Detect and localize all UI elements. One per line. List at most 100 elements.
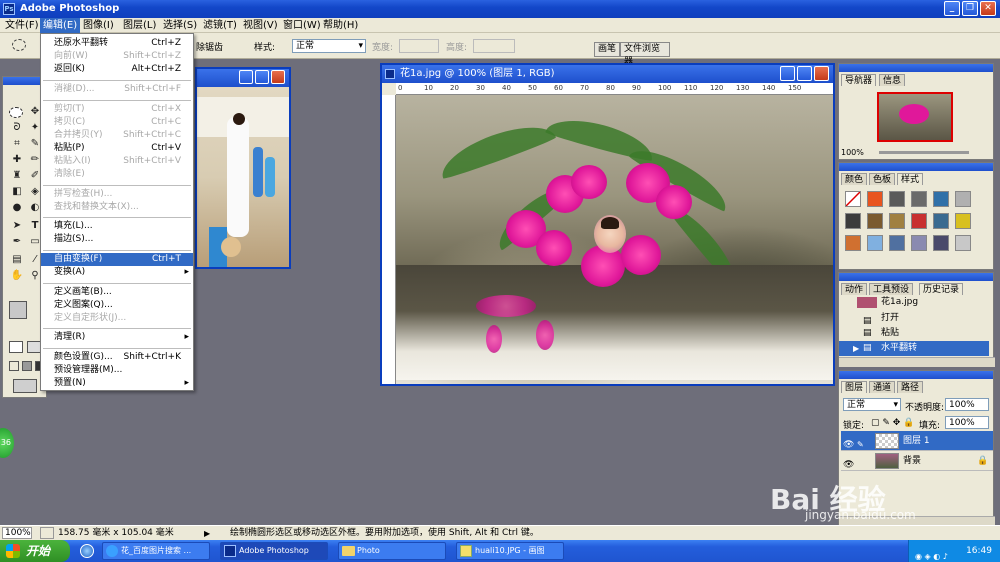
tab-color[interactable]: 颜色: [841, 173, 868, 185]
screen-mode-full-menu-icon[interactable]: [22, 361, 32, 371]
tab-paths[interactable]: 路径: [897, 381, 924, 393]
menu-item-transform[interactable]: 变换(A) ▸: [41, 266, 193, 279]
menu-select[interactable]: 选择(S): [160, 18, 200, 33]
height-field[interactable]: [473, 39, 515, 53]
lock-icons[interactable]: ▢ ✎ ✥ 🔒: [871, 418, 914, 428]
menu-item-free-transform[interactable]: 自由变换(F) Ctrl+T: [41, 253, 193, 266]
style-swatch-none[interactable]: [845, 191, 861, 207]
tab-history[interactable]: 历史记录: [919, 283, 964, 295]
elliptical-marquee-icon[interactable]: [12, 39, 26, 51]
task-item[interactable]: huali10.JPG - 画图: [456, 542, 564, 560]
menu-item-paste[interactable]: 粘贴(P) Ctrl+V: [41, 142, 193, 155]
menu-file[interactable]: 文件(F): [2, 18, 42, 33]
horizontal-ruler[interactable]: 0 10 20 30 40 50 60 70 80 90 100 110 120…: [396, 83, 833, 95]
status-arrow-icon[interactable]: ▶: [204, 526, 210, 541]
eye-icon[interactable]: 👁: [843, 455, 854, 475]
well-tab-brushes[interactable]: 画笔: [594, 42, 621, 57]
navigator-zoom-slider[interactable]: [879, 151, 969, 154]
jump-to-imageready-icon[interactable]: [13, 379, 37, 393]
width-field[interactable]: [399, 39, 439, 53]
screen-mode-standard-icon[interactable]: [9, 361, 19, 371]
menu-item-fill[interactable]: 填充(L)...: [41, 220, 193, 233]
ie-quicklaunch-icon[interactable]: [80, 544, 94, 558]
navigator-zoom[interactable]: 100%: [841, 148, 864, 157]
fill-field[interactable]: 100%: [945, 416, 989, 429]
history-item[interactable]: ▤ 粘贴: [839, 326, 989, 341]
tab-info[interactable]: 信息: [879, 74, 906, 86]
menu-item-define-brush[interactable]: 定义画笔(B)...: [41, 286, 193, 299]
task-item[interactable]: Photo: [338, 542, 446, 560]
style-swatch[interactable]: [889, 191, 905, 207]
status-zoom-field[interactable]: 100%: [2, 527, 32, 539]
blur-tool-icon[interactable]: ●: [9, 201, 25, 215]
secondary-maximize-button[interactable]: [255, 70, 269, 84]
document-titlebar[interactable]: 花1a.jpg @ 100% (图层 1, RGB): [382, 65, 833, 83]
foreground-color-swatch[interactable]: [9, 301, 27, 319]
style-swatch[interactable]: [845, 235, 861, 251]
minimize-button[interactable]: _: [944, 1, 960, 16]
tab-channels[interactable]: 通道: [869, 381, 896, 393]
style-swatch[interactable]: [867, 191, 883, 207]
menu-item-color-settings[interactable]: 颜色设置(G)... Shift+Ctrl+K: [41, 351, 193, 364]
menu-item-undo[interactable]: 还原水平翻转 Ctrl+Z: [41, 37, 193, 50]
secondary-minimize-button[interactable]: [239, 70, 253, 84]
menu-item-copy[interactable]: 拷贝(C) Ctrl+C: [41, 116, 193, 129]
menu-window[interactable]: 窗口(W): [280, 18, 324, 33]
menu-item-preset-manager[interactable]: 预设管理器(M)...: [41, 364, 193, 377]
history-item[interactable]: ▶ ▤ 水平翻转: [839, 341, 989, 356]
menu-item-cut[interactable]: 剪切(T) Ctrl+X: [41, 103, 193, 116]
eraser-tool-icon[interactable]: ◧: [9, 185, 25, 199]
history-snapshot[interactable]: 花1a.jpg: [839, 295, 989, 310]
menu-item-define-custom-shape[interactable]: 定义自定形状(J)...: [41, 312, 193, 325]
menu-image[interactable]: 图像(I): [80, 18, 117, 33]
menu-item-step-forward[interactable]: 向前(W) Shift+Ctrl+Z: [41, 50, 193, 63]
secondary-window-titlebar[interactable]: [197, 69, 289, 87]
style-swatch[interactable]: [889, 235, 905, 251]
style-swatch[interactable]: [911, 213, 927, 229]
image-canvas[interactable]: [396, 95, 833, 384]
clone-stamp-icon[interactable]: ♜: [9, 169, 25, 183]
document-close-button[interactable]: [814, 66, 829, 81]
history-panel-titlebar[interactable]: [839, 273, 993, 281]
layers-panel-titlebar[interactable]: [839, 371, 993, 379]
path-selection-icon[interactable]: ➤: [9, 219, 25, 233]
quick-mask-icon[interactable]: [27, 341, 41, 353]
lasso-tool-icon[interactable]: ᘐ: [9, 121, 25, 135]
well-tab-file-browser[interactable]: 文件浏览器: [620, 42, 670, 67]
style-swatch[interactable]: [867, 235, 883, 251]
menu-item-step-backward[interactable]: 返回(K) Alt+Ctrl+Z: [41, 63, 193, 76]
menu-item-paste-into[interactable]: 粘贴入(I) Shift+Ctrl+V: [41, 155, 193, 168]
layer-row[interactable]: 👁 背景 🔒: [841, 451, 993, 471]
tab-layers[interactable]: 图层: [841, 381, 868, 393]
menu-filter[interactable]: 滤镜(T): [200, 18, 240, 33]
crop-tool-icon[interactable]: ⌗: [9, 137, 25, 151]
document-minimize-button[interactable]: [780, 66, 795, 81]
restore-button[interactable]: ❐: [962, 1, 978, 16]
menu-item-clear[interactable]: 清除(E): [41, 168, 193, 181]
clock[interactable]: 16:49: [966, 546, 992, 556]
standard-mode-icon[interactable]: [9, 341, 23, 353]
style-select[interactable]: 正常 ▾: [292, 39, 366, 53]
tab-tool-presets[interactable]: 工具预设: [869, 283, 914, 295]
menu-item-fade[interactable]: 消褪(D)... Shift+Ctrl+F: [41, 83, 193, 96]
tray-icons[interactable]: ◉ ◈ ◐ ♪: [915, 546, 948, 562]
navigator-thumbnail[interactable]: [877, 92, 953, 142]
menu-item-define-pattern[interactable]: 定义图案(Q)...: [41, 299, 193, 312]
tab-swatches[interactable]: 色板: [869, 173, 896, 185]
task-item[interactable]: 花_百度图片搜索 ...: [102, 542, 210, 560]
style-swatch[interactable]: [867, 213, 883, 229]
notes-tool-icon[interactable]: ▤: [9, 253, 25, 267]
style-swatch[interactable]: [889, 213, 905, 229]
menu-layer[interactable]: 图层(L): [120, 18, 159, 33]
menu-item-find-replace[interactable]: 查找和替换文本(X)...: [41, 201, 193, 214]
floating-badge[interactable]: 36: [0, 428, 14, 458]
close-button[interactable]: ✕: [980, 1, 996, 16]
start-button[interactable]: 开始: [0, 540, 70, 562]
style-swatch[interactable]: [955, 213, 971, 229]
layer-row[interactable]: 👁 ✎ 图层 1: [841, 431, 993, 451]
menu-item-stroke[interactable]: 描边(S)...: [41, 233, 193, 246]
menu-item-spell-check[interactable]: 拼写检查(H)...: [41, 188, 193, 201]
task-item[interactable]: Adobe Photoshop: [220, 542, 328, 560]
menu-item-purge[interactable]: 清理(R) ▸: [41, 331, 193, 344]
tab-actions[interactable]: 动作: [841, 283, 868, 295]
